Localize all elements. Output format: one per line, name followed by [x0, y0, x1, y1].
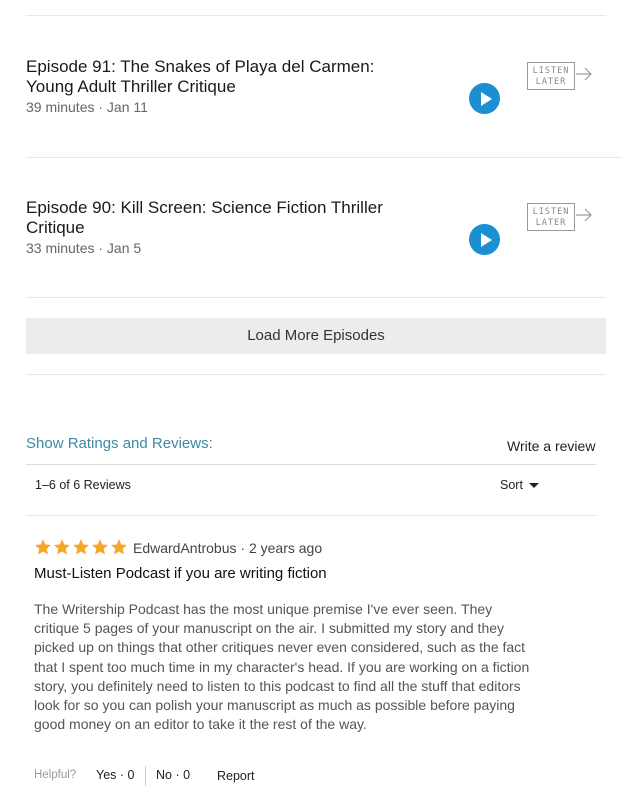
sort-label: Sort: [500, 478, 523, 492]
play-button[interactable]: [469, 83, 500, 114]
divider: [26, 297, 606, 298]
play-button[interactable]: [469, 224, 500, 255]
action-separator: [145, 766, 146, 786]
caret-down-icon: [528, 483, 539, 489]
star-icon: [72, 539, 90, 555]
divider: [26, 464, 596, 465]
listen-later-label-line1: LISTEN: [532, 66, 570, 76]
sort-dropdown[interactable]: Sort: [500, 478, 539, 492]
review-author-line: EdwardAntrobus · 2 years ago: [133, 540, 323, 556]
arrow-right-icon: [576, 67, 592, 81]
review-title: Must-Listen Podcast if you are writing f…: [34, 565, 327, 582]
star-rating: [34, 538, 128, 556]
helpful-yes-button[interactable]: Yes · 0: [96, 768, 134, 782]
divider: [26, 374, 606, 375]
write-review-link[interactable]: Write a review: [507, 438, 595, 454]
star-icon: [53, 539, 71, 555]
review-count: 1–6 of 6 Reviews: [35, 478, 131, 492]
divider-top: [26, 15, 606, 16]
listen-later-button[interactable]: LISTEN LATER: [527, 203, 595, 231]
reviews-section-title[interactable]: Show Ratings and Reviews:: [26, 435, 213, 452]
load-more-episodes-button[interactable]: Load More Episodes: [26, 318, 606, 354]
report-link[interactable]: Report: [217, 769, 255, 783]
helpful-label: Helpful?: [34, 769, 77, 781]
star-icon: [110, 539, 128, 555]
arrow-right-icon: [576, 208, 592, 222]
helpful-no-button[interactable]: No · 0: [156, 768, 190, 782]
listen-later-button[interactable]: LISTEN LATER: [527, 62, 595, 90]
listen-later-label-line2: LATER: [535, 77, 567, 87]
episode-meta: 39 minutes · Jan 11: [26, 99, 148, 115]
divider: [26, 515, 596, 516]
divider: [26, 157, 622, 158]
listen-later-label-line1: LISTEN: [532, 207, 570, 217]
star-icon: [91, 539, 109, 555]
episode-title[interactable]: Episode 91: The Snakes of Playa del Carm…: [26, 57, 426, 97]
episode-title[interactable]: Episode 90: Kill Screen: Science Fiction…: [26, 198, 426, 238]
star-icon: [34, 539, 52, 555]
listen-later-label-line2: LATER: [535, 218, 567, 228]
review-body: The Writership Podcast has the most uniq…: [34, 601, 530, 733]
episode-meta: 33 minutes · Jan 5: [26, 240, 142, 256]
